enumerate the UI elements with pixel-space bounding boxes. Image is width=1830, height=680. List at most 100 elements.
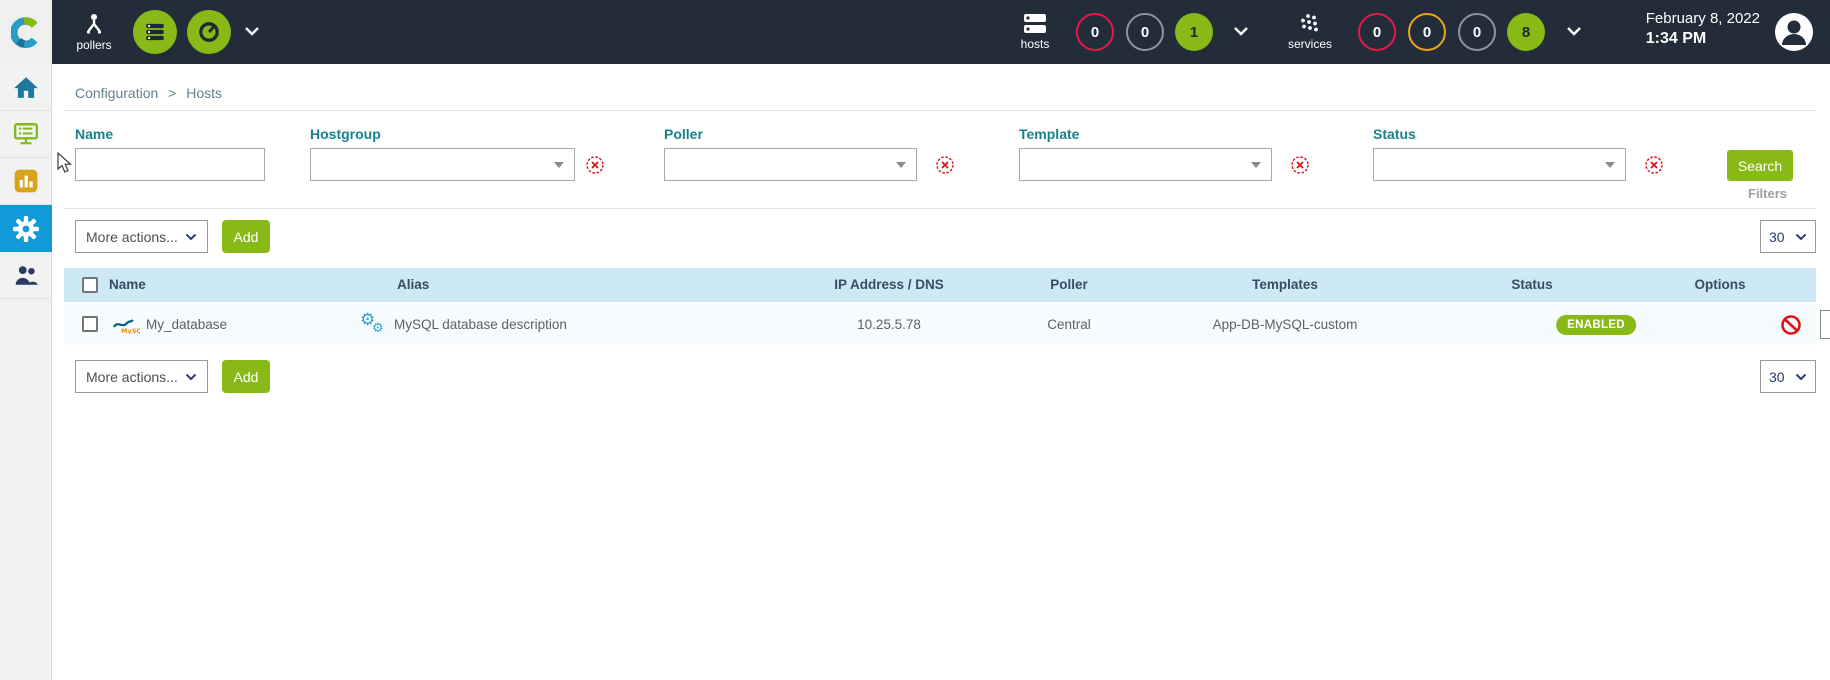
home-icon xyxy=(13,75,39,99)
services-warning-counter[interactable]: 0 xyxy=(1408,13,1446,51)
sidebar-item-configuration[interactable] xyxy=(0,205,52,252)
page-size-select-top[interactable]: 30 xyxy=(1760,220,1816,253)
breadcrumb-configuration[interactable]: Configuration xyxy=(75,85,158,101)
col-header-poller[interactable]: Poller xyxy=(1050,277,1088,292)
table-row[interactable]: MySQL My_database ⚙ ⚙ MySQL database des… xyxy=(64,304,1816,345)
hosts-unreachable-count: 0 xyxy=(1141,24,1149,41)
services-ok-counter[interactable]: 8 xyxy=(1507,13,1545,51)
pollers-label: pollers xyxy=(76,38,111,52)
more-actions-label: More actions... xyxy=(86,229,178,245)
status-select[interactable] xyxy=(1373,148,1626,181)
mysql-icon: MySQL xyxy=(112,318,140,334)
filters-divider xyxy=(64,208,1816,209)
chevron-down-icon xyxy=(1795,373,1807,381)
dropdown-triangle-icon xyxy=(554,162,564,168)
hostgroup-select[interactable] xyxy=(310,148,575,181)
sidebar-item-monitoring[interactable] xyxy=(0,111,52,158)
add-button-top[interactable]: Add xyxy=(222,220,270,253)
breadcrumb-hosts[interactable]: Hosts xyxy=(186,85,222,101)
services-ok-count: 8 xyxy=(1522,24,1530,41)
select-all-checkbox[interactable] xyxy=(82,277,98,293)
host-name-link[interactable]: My_database xyxy=(146,317,227,332)
hosts-down-counter[interactable]: 0 xyxy=(1076,13,1114,51)
search-button[interactable]: Search xyxy=(1727,150,1793,181)
clock: February 8, 2022 1:34 PM xyxy=(1646,10,1760,48)
poller-select[interactable] xyxy=(664,148,917,181)
template-select[interactable] xyxy=(1019,148,1272,181)
current-date: February 8, 2022 xyxy=(1646,10,1760,27)
svg-text:MySQL: MySQL xyxy=(121,327,140,334)
host-ip: 10.25.5.78 xyxy=(857,317,921,332)
services-expand-chevron-icon[interactable] xyxy=(1566,26,1582,36)
latency-status-button[interactable] xyxy=(187,10,231,54)
hosts-table-header: Name Alias IP Address / DNS Poller Templ… xyxy=(64,268,1816,302)
status-filter-label: Status xyxy=(1373,126,1416,142)
centreon-logo-icon xyxy=(11,16,41,48)
sidebar-item-reporting[interactable] xyxy=(0,158,52,205)
services-critical-counter[interactable]: 0 xyxy=(1358,13,1396,51)
add-button-bottom[interactable]: Add xyxy=(222,360,270,393)
breadcrumb-separator: > xyxy=(168,85,176,101)
row-checkbox[interactable] xyxy=(82,316,98,332)
sidebar-item-administration[interactable] xyxy=(0,252,52,299)
chevron-down-icon xyxy=(185,233,197,241)
top-bar: pollers hosts xyxy=(0,0,1830,64)
poller-clear-icon[interactable] xyxy=(935,155,955,175)
duplicate-count-input[interactable] xyxy=(1820,310,1830,339)
hostgroup-filter-label: Hostgroup xyxy=(310,126,381,142)
hosts-up-counter[interactable]: 1 xyxy=(1175,13,1213,51)
page-size-select-bottom[interactable]: 30 xyxy=(1760,360,1816,393)
col-header-alias[interactable]: Alias xyxy=(397,277,429,292)
col-header-options[interactable]: Options xyxy=(1695,277,1746,292)
mouse-cursor xyxy=(57,152,74,176)
hostgroup-clear-icon[interactable] xyxy=(585,155,605,175)
status-clear-icon[interactable] xyxy=(1644,155,1664,175)
page-size-value: 30 xyxy=(1769,229,1785,245)
name-filter-input[interactable] xyxy=(75,148,265,181)
name-filter-label: Name xyxy=(75,126,113,142)
dropdown-triangle-icon xyxy=(896,162,906,168)
breadcrumb: Configuration > Hosts xyxy=(75,85,228,101)
breadcrumb-divider xyxy=(64,110,1816,111)
services-unknown-count: 0 xyxy=(1473,24,1481,41)
monitor-icon xyxy=(13,122,39,146)
centreon-logo[interactable] xyxy=(0,0,52,64)
gears-icon: ⚙ ⚙ xyxy=(360,312,390,340)
disable-host-icon[interactable] xyxy=(1780,314,1802,336)
col-header-templates[interactable]: Templates xyxy=(1252,277,1318,292)
host-poller: Central xyxy=(1047,317,1091,332)
hosts-icon xyxy=(1023,13,1047,35)
services-label: services xyxy=(1288,37,1332,51)
poller-status-button[interactable] xyxy=(133,10,177,54)
sidebar-item-home[interactable] xyxy=(0,64,52,111)
col-header-ip[interactable]: IP Address / DNS xyxy=(834,277,944,292)
filters-link[interactable]: Filters xyxy=(1748,186,1787,201)
more-actions-select-bottom[interactable]: More actions... xyxy=(75,360,208,393)
hosts-menu[interactable]: hosts xyxy=(1012,0,1058,64)
chevron-down-icon xyxy=(1795,233,1807,241)
template-filter-label: Template xyxy=(1019,126,1079,142)
pollers-icon xyxy=(83,12,105,36)
status-badge[interactable]: ENABLED xyxy=(1556,315,1636,335)
page-size-value: 30 xyxy=(1769,369,1785,385)
services-menu[interactable]: services xyxy=(1284,0,1336,64)
hosts-down-count: 0 xyxy=(1091,24,1099,41)
col-header-status[interactable]: Status xyxy=(1511,277,1552,292)
col-header-name[interactable]: Name xyxy=(109,277,146,292)
hosts-label: hosts xyxy=(1021,37,1050,51)
pollers-expand-chevron-icon[interactable] xyxy=(244,26,260,36)
more-actions-label: More actions... xyxy=(86,369,178,385)
server-stack-icon xyxy=(143,20,167,44)
sidebar xyxy=(0,64,52,680)
hosts-expand-chevron-icon[interactable] xyxy=(1233,26,1249,36)
hosts-unreachable-counter[interactable]: 0 xyxy=(1126,13,1164,51)
services-icon xyxy=(1298,13,1322,35)
template-clear-icon[interactable] xyxy=(1290,155,1310,175)
more-actions-select-top[interactable]: More actions... xyxy=(75,220,208,253)
hosts-up-count: 1 xyxy=(1190,24,1198,41)
services-unknown-counter[interactable]: 0 xyxy=(1458,13,1496,51)
user-avatar[interactable] xyxy=(1774,12,1814,52)
host-templates: App-DB-MySQL-custom xyxy=(1213,317,1358,332)
pollers-menu[interactable]: pollers xyxy=(72,0,116,64)
services-critical-count: 0 xyxy=(1373,24,1381,41)
